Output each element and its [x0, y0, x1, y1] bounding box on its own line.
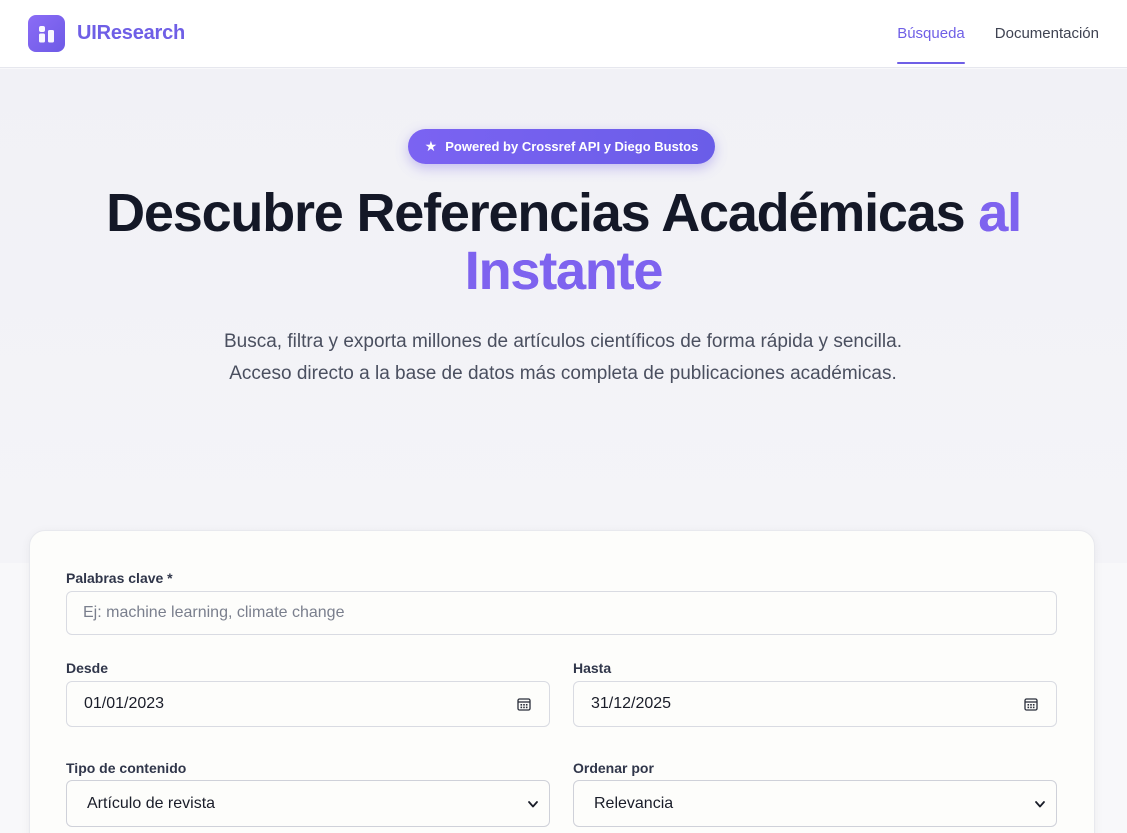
hero-subtitle-line1: Busca, filtra y exporta millones de artí… — [224, 331, 902, 352]
badge-text: Powered by Crossref API y Diego Bustos — [445, 139, 699, 154]
hero-title-main: Descubre Referencias Académicas — [106, 183, 965, 243]
keywords-placeholder: Ej: machine learning, climate change — [83, 604, 345, 621]
to-date-label: Hasta — [573, 660, 612, 676]
calendar-icon[interactable] — [1024, 697, 1038, 711]
keywords-input[interactable]: Ej: machine learning, climate change — [66, 591, 1057, 635]
from-date-input[interactable]: 01/01/2023 — [66, 681, 550, 727]
chevron-down-icon — [528, 800, 538, 807]
star-icon: ★ — [424, 138, 438, 154]
to-date-input[interactable]: 31/12/2025 — [573, 681, 1057, 727]
powered-by-badge: ★ Powered by Crossref API y Diego Bustos — [408, 129, 715, 164]
brand-name[interactable]: UIResearch — [77, 22, 185, 45]
content-type-value: Artículo de revista — [87, 794, 216, 812]
main-nav: Búsqueda Documentación — [897, 0, 1099, 68]
hero-title: Descubre Referencias Académicas al Insta… — [0, 184, 1127, 300]
nav-busqueda[interactable]: Búsqueda — [897, 0, 965, 68]
chevron-down-icon — [1035, 800, 1045, 807]
content-type-select[interactable]: Artículo de revista — [66, 780, 550, 827]
top-header: UIResearch Búsqueda Documentación — [0, 0, 1127, 68]
from-date-label: Desde — [66, 660, 109, 676]
content-type-label: Tipo de contenido — [66, 760, 187, 776]
sort-by-select[interactable]: Relevancia — [573, 780, 1057, 827]
hero-subtitle-line2: Acceso directo a la base de datos más co… — [229, 363, 897, 384]
logo-icon[interactable] — [28, 15, 65, 52]
calendar-icon[interactable] — [517, 697, 531, 711]
from-date-value: 01/01/2023 — [84, 695, 165, 712]
keywords-label: Palabras clave * — [66, 570, 173, 586]
nav-documentacion[interactable]: Documentación — [995, 0, 1099, 68]
hero-title-accent-instante: Instante — [464, 241, 664, 301]
hero-title-accent-al: al — [978, 183, 1022, 243]
sort-by-label: Ordenar por — [573, 760, 654, 776]
sort-by-value: Relevancia — [594, 794, 674, 812]
hero-subtitle: Busca, filtra y exporta millones de artí… — [213, 326, 913, 390]
to-date-value: 31/12/2025 — [591, 695, 672, 712]
